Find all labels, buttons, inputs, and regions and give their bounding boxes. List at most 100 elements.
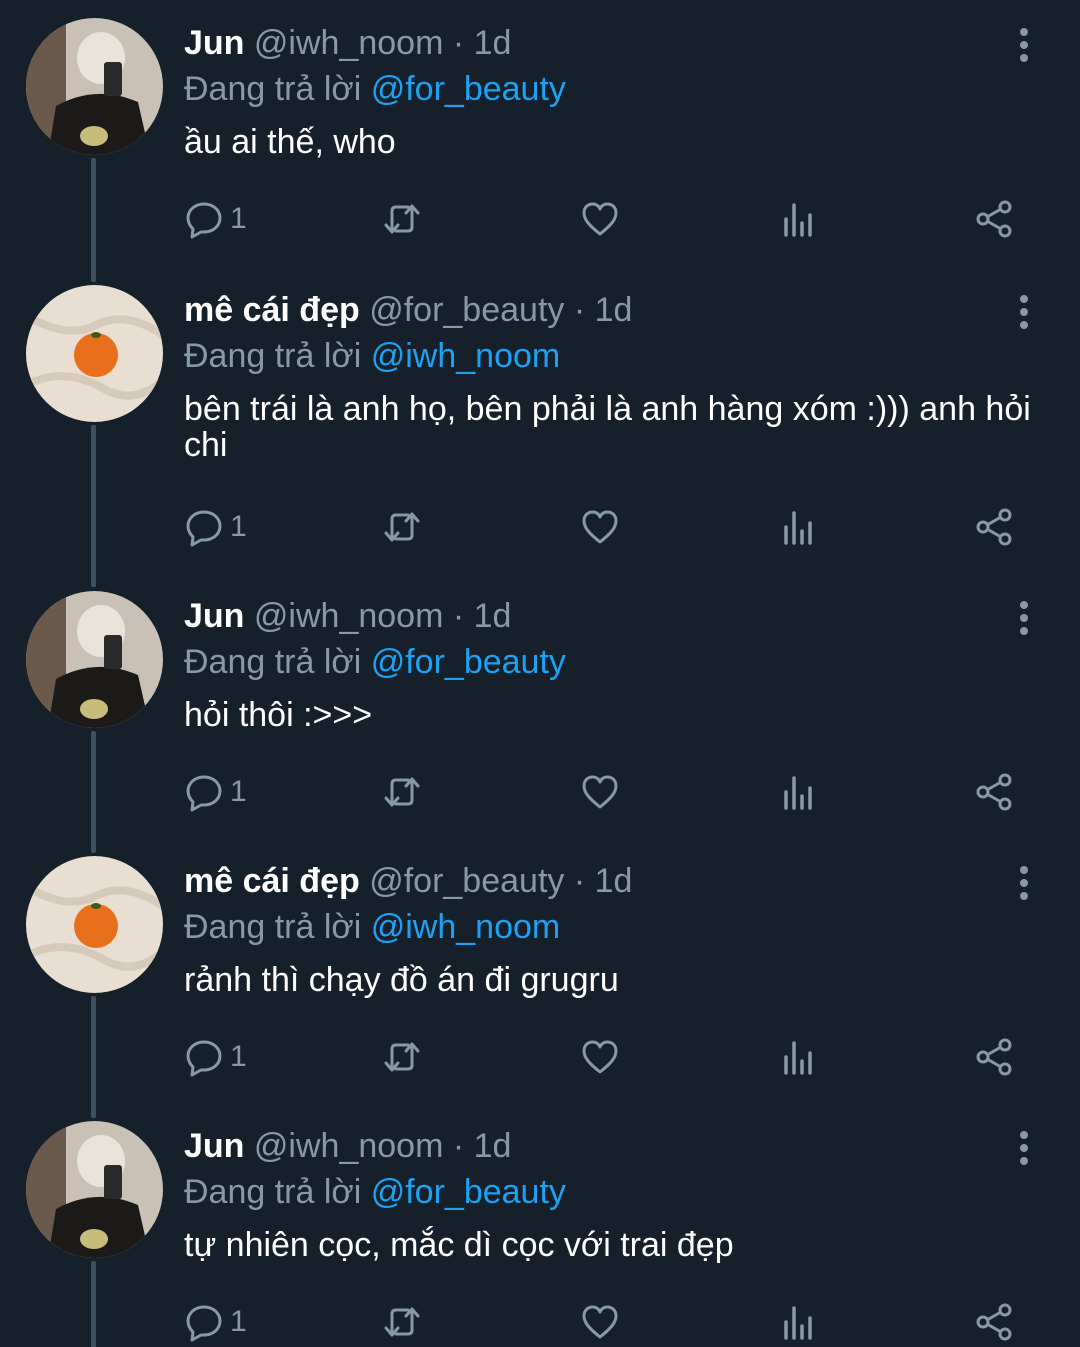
user-handle[interactable]: @iwh_noom [254, 597, 444, 635]
display-name[interactable]: mê cái đẹp [184, 862, 360, 900]
share-icon [976, 1303, 1012, 1341]
avatar[interactable] [26, 856, 163, 993]
reply-count: 1 [230, 1305, 247, 1338]
analytics-button[interactable] [778, 1033, 818, 1081]
share-icon [976, 508, 1012, 546]
retweet-button[interactable] [382, 1033, 422, 1081]
timestamp[interactable]: · 1d [574, 862, 633, 900]
analytics-button[interactable] [778, 768, 818, 816]
like-button[interactable] [580, 768, 620, 816]
analytics-button[interactable] [778, 195, 818, 243]
like-button[interactable] [580, 1033, 620, 1081]
user-photo-avatar [26, 1121, 163, 1258]
conversation-timeline: Jun @iwh_noom · 1d Đang trả lời @for_bea… [0, 0, 1080, 1347]
mention-link[interactable]: @for_beauty [371, 1173, 566, 1211]
analytics-icon [784, 511, 812, 545]
tweet[interactable]: mê cái đẹp @for_beauty · 1d Đang trả lời… [0, 836, 1080, 1118]
display-name[interactable]: mê cái đẹp [184, 291, 360, 329]
tweet[interactable]: mê cái đẹp @for_beauty · 1d Đang trả lời… [0, 265, 1080, 587]
avatar[interactable] [26, 591, 163, 728]
retweet-button[interactable] [382, 195, 422, 243]
reply-icon [186, 202, 222, 239]
mention-link[interactable]: @iwh_noom [371, 337, 561, 375]
avatar[interactable] [26, 18, 163, 155]
analytics-icon [784, 1306, 812, 1340]
action-bar: 1 [184, 768, 1024, 816]
tweet[interactable]: Jun @iwh_noom · 1d Đang trả lời @for_bea… [0, 571, 1080, 853]
tweet-content: Jun @iwh_noom · 1d Đang trả lời @for_bea… [184, 20, 1044, 160]
retweet-icon [384, 777, 420, 807]
analytics-icon [784, 776, 812, 810]
tweet-content: mê cái đẹp @for_beauty · 1d Đang trả lời… [184, 287, 1044, 463]
analytics-icon [784, 203, 812, 237]
reply-button[interactable]: 1 [184, 1298, 247, 1346]
tweet[interactable]: Jun @iwh_noom · 1d Đang trả lời @for_bea… [0, 0, 1080, 282]
reply-button[interactable]: 1 [184, 1033, 247, 1081]
more-options-button[interactable] [1012, 28, 1036, 62]
retweet-button[interactable] [382, 1298, 422, 1346]
timestamp[interactable]: · 1d [453, 24, 512, 62]
user-photo-avatar [26, 591, 163, 728]
share-button[interactable] [974, 195, 1014, 243]
more-options-button[interactable] [1012, 295, 1036, 329]
tweet[interactable]: Jun @iwh_noom · 1d Đang trả lời @for_bea… [0, 1101, 1080, 1347]
share-icon [976, 1038, 1012, 1076]
orange-photo-avatar [26, 285, 163, 422]
action-bar: 1 [184, 195, 1024, 243]
share-button[interactable] [974, 1033, 1014, 1081]
timestamp[interactable]: · 1d [453, 597, 512, 635]
reply-count: 1 [230, 1040, 247, 1073]
more-options-button[interactable] [1012, 866, 1036, 900]
replying-to: Đang trả lời @for_beauty [184, 1169, 1044, 1215]
replying-to: Đang trả lời @for_beauty [184, 66, 1044, 112]
display-name[interactable]: Jun [184, 597, 244, 635]
more-options-button[interactable] [1012, 1131, 1036, 1165]
reply-button[interactable]: 1 [184, 768, 247, 816]
tweet-header: Jun @iwh_noom · 1d [184, 1123, 1044, 1169]
retweet-button[interactable] [382, 768, 422, 816]
replying-to: Đang trả lời @for_beauty [184, 639, 1044, 685]
reply-count: 1 [230, 775, 247, 808]
user-handle[interactable]: @iwh_noom [254, 1127, 444, 1165]
more-options-button[interactable] [1012, 601, 1036, 635]
reply-count: 1 [230, 202, 247, 235]
tweet-header: Jun @iwh_noom · 1d [184, 20, 1044, 66]
analytics-button[interactable] [778, 503, 818, 551]
more-vertical-icon [1020, 866, 1028, 874]
heart-icon [582, 202, 618, 236]
retweet-button[interactable] [382, 503, 422, 551]
tweet-text: hỏi thôi :>>> [184, 696, 373, 734]
display-name[interactable]: Jun [184, 1127, 244, 1165]
thread-line [91, 265, 96, 281]
heart-icon [582, 1305, 618, 1339]
mention-link[interactable]: @iwh_noom [371, 908, 561, 946]
mention-link[interactable]: @for_beauty [371, 70, 566, 108]
tweet-header: mê cái đẹp @for_beauty · 1d [184, 287, 1044, 333]
avatar[interactable] [26, 285, 163, 422]
retweet-icon [384, 1307, 420, 1337]
analytics-button[interactable] [778, 1298, 818, 1346]
heart-icon [582, 775, 618, 809]
tweet-text: tự nhiên cọc, mắc dì cọc với trai đẹp [184, 1226, 734, 1264]
timestamp[interactable]: · 1d [453, 1127, 512, 1165]
mention-link[interactable]: @for_beauty [371, 643, 566, 681]
share-icon [976, 773, 1012, 811]
share-button[interactable] [974, 503, 1014, 551]
avatar[interactable] [26, 1121, 163, 1258]
like-button[interactable] [580, 1298, 620, 1346]
user-handle[interactable]: @for_beauty [369, 291, 564, 329]
timestamp[interactable]: · 1d [574, 291, 633, 329]
more-vertical-icon [1020, 601, 1028, 609]
reply-count: 1 [230, 510, 247, 543]
thread-line [91, 1261, 96, 1347]
display-name[interactable]: Jun [184, 24, 244, 62]
like-button[interactable] [580, 503, 620, 551]
reply-button[interactable]: 1 [184, 195, 247, 243]
share-button[interactable] [974, 1298, 1014, 1346]
user-handle[interactable]: @for_beauty [369, 862, 564, 900]
reply-button[interactable]: 1 [184, 503, 247, 551]
like-button[interactable] [580, 195, 620, 243]
share-button[interactable] [974, 768, 1014, 816]
user-photo-avatar [26, 18, 163, 155]
user-handle[interactable]: @iwh_noom [254, 24, 444, 62]
